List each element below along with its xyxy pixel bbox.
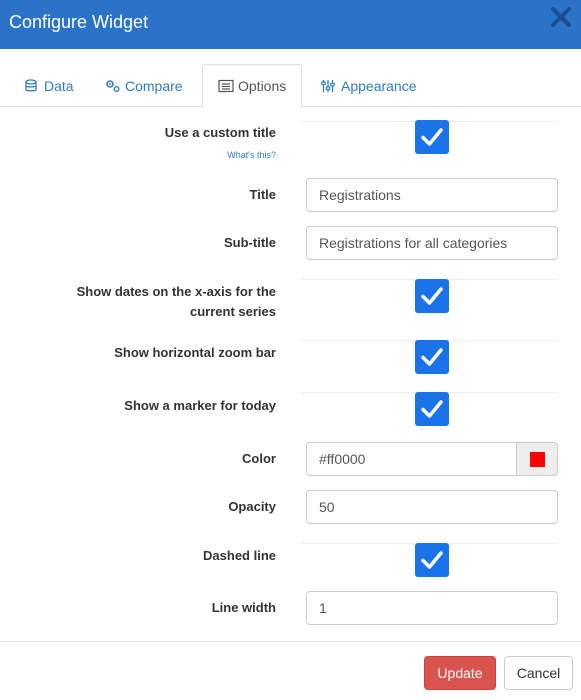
line-width-input[interactable]: 1 <box>306 591 558 625</box>
tab-options-label: Options <box>238 78 287 94</box>
color-label: Color <box>242 451 276 466</box>
title-label: Title <box>249 187 277 202</box>
close-icon[interactable] <box>549 5 573 29</box>
checkmark-icon <box>421 128 443 146</box>
show-dates-label-line1: Show dates on the x-axis for the <box>76 284 276 299</box>
color-swatch-button[interactable] <box>516 442 558 476</box>
show-dates-label: Show dates on the x-axis for the current… <box>77 282 276 322</box>
show-dates-label-line2: current series <box>190 304 276 319</box>
cancel-button[interactable]: Cancel <box>504 656 573 690</box>
tab-bar: Data Compare Options Appearance <box>0 64 581 108</box>
zoom-bar-checkbox[interactable] <box>415 340 449 374</box>
update-button[interactable]: Update <box>424 656 496 690</box>
dashed-line-label: Dashed line <box>203 548 276 563</box>
title-value: Registrations <box>319 187 401 203</box>
checkmark-icon <box>421 551 443 569</box>
dialog-title: Configure Widget <box>9 12 149 32</box>
gears-icon <box>105 79 120 93</box>
whats-this-link[interactable]: What's this? <box>227 150 276 160</box>
line-width-value: 1 <box>319 600 327 616</box>
zoom-bar-label: Show horizontal zoom bar <box>114 345 276 360</box>
tab-options[interactable]: Options <box>202 64 303 108</box>
tab-compare[interactable]: Compare <box>105 64 183 107</box>
line-width-label: Line width <box>211 600 276 615</box>
dialog-header: Configure Widget <box>0 0 581 49</box>
color-swatch <box>529 451 545 467</box>
configure-widget-dialog: Configure Widget Data Compare Options Ap… <box>0 0 581 700</box>
checkmark-icon <box>421 287 443 305</box>
today-marker-checkbox[interactable] <box>415 392 449 426</box>
opacity-label: Opacity <box>228 499 276 514</box>
subtitle-label: Sub-title <box>224 235 276 250</box>
color-input[interactable]: #ff0000 <box>306 442 517 476</box>
tab-appearance[interactable]: Appearance <box>321 64 417 107</box>
today-marker-label: Show a marker for today <box>124 398 276 413</box>
subtitle-value: Registrations for all categories <box>319 235 508 251</box>
dashed-line-checkbox[interactable] <box>415 543 449 577</box>
custom-title-checkbox[interactable] <box>415 120 449 154</box>
color-value: #ff0000 <box>319 451 366 467</box>
opacity-input[interactable]: 50 <box>306 490 558 524</box>
tab-data[interactable]: Data <box>24 64 74 107</box>
title-input[interactable]: Registrations <box>306 178 558 212</box>
checkmark-icon <box>421 400 443 418</box>
checkmark-icon <box>421 348 443 366</box>
show-dates-checkbox[interactable] <box>415 279 449 313</box>
custom-title-label: Use a custom title <box>164 125 276 140</box>
sliders-icon <box>321 79 335 93</box>
subtitle-input[interactable]: Registrations for all categories <box>306 226 558 260</box>
opacity-value: 50 <box>319 499 335 515</box>
footer-divider <box>0 641 581 642</box>
list-icon <box>218 79 234 93</box>
tab-compare-label: Compare <box>125 77 183 94</box>
database-icon <box>24 78 38 93</box>
tab-data-label: Data <box>44 77 74 94</box>
tab-appearance-label: Appearance <box>341 77 417 94</box>
color-picker: #ff0000 <box>306 442 558 476</box>
